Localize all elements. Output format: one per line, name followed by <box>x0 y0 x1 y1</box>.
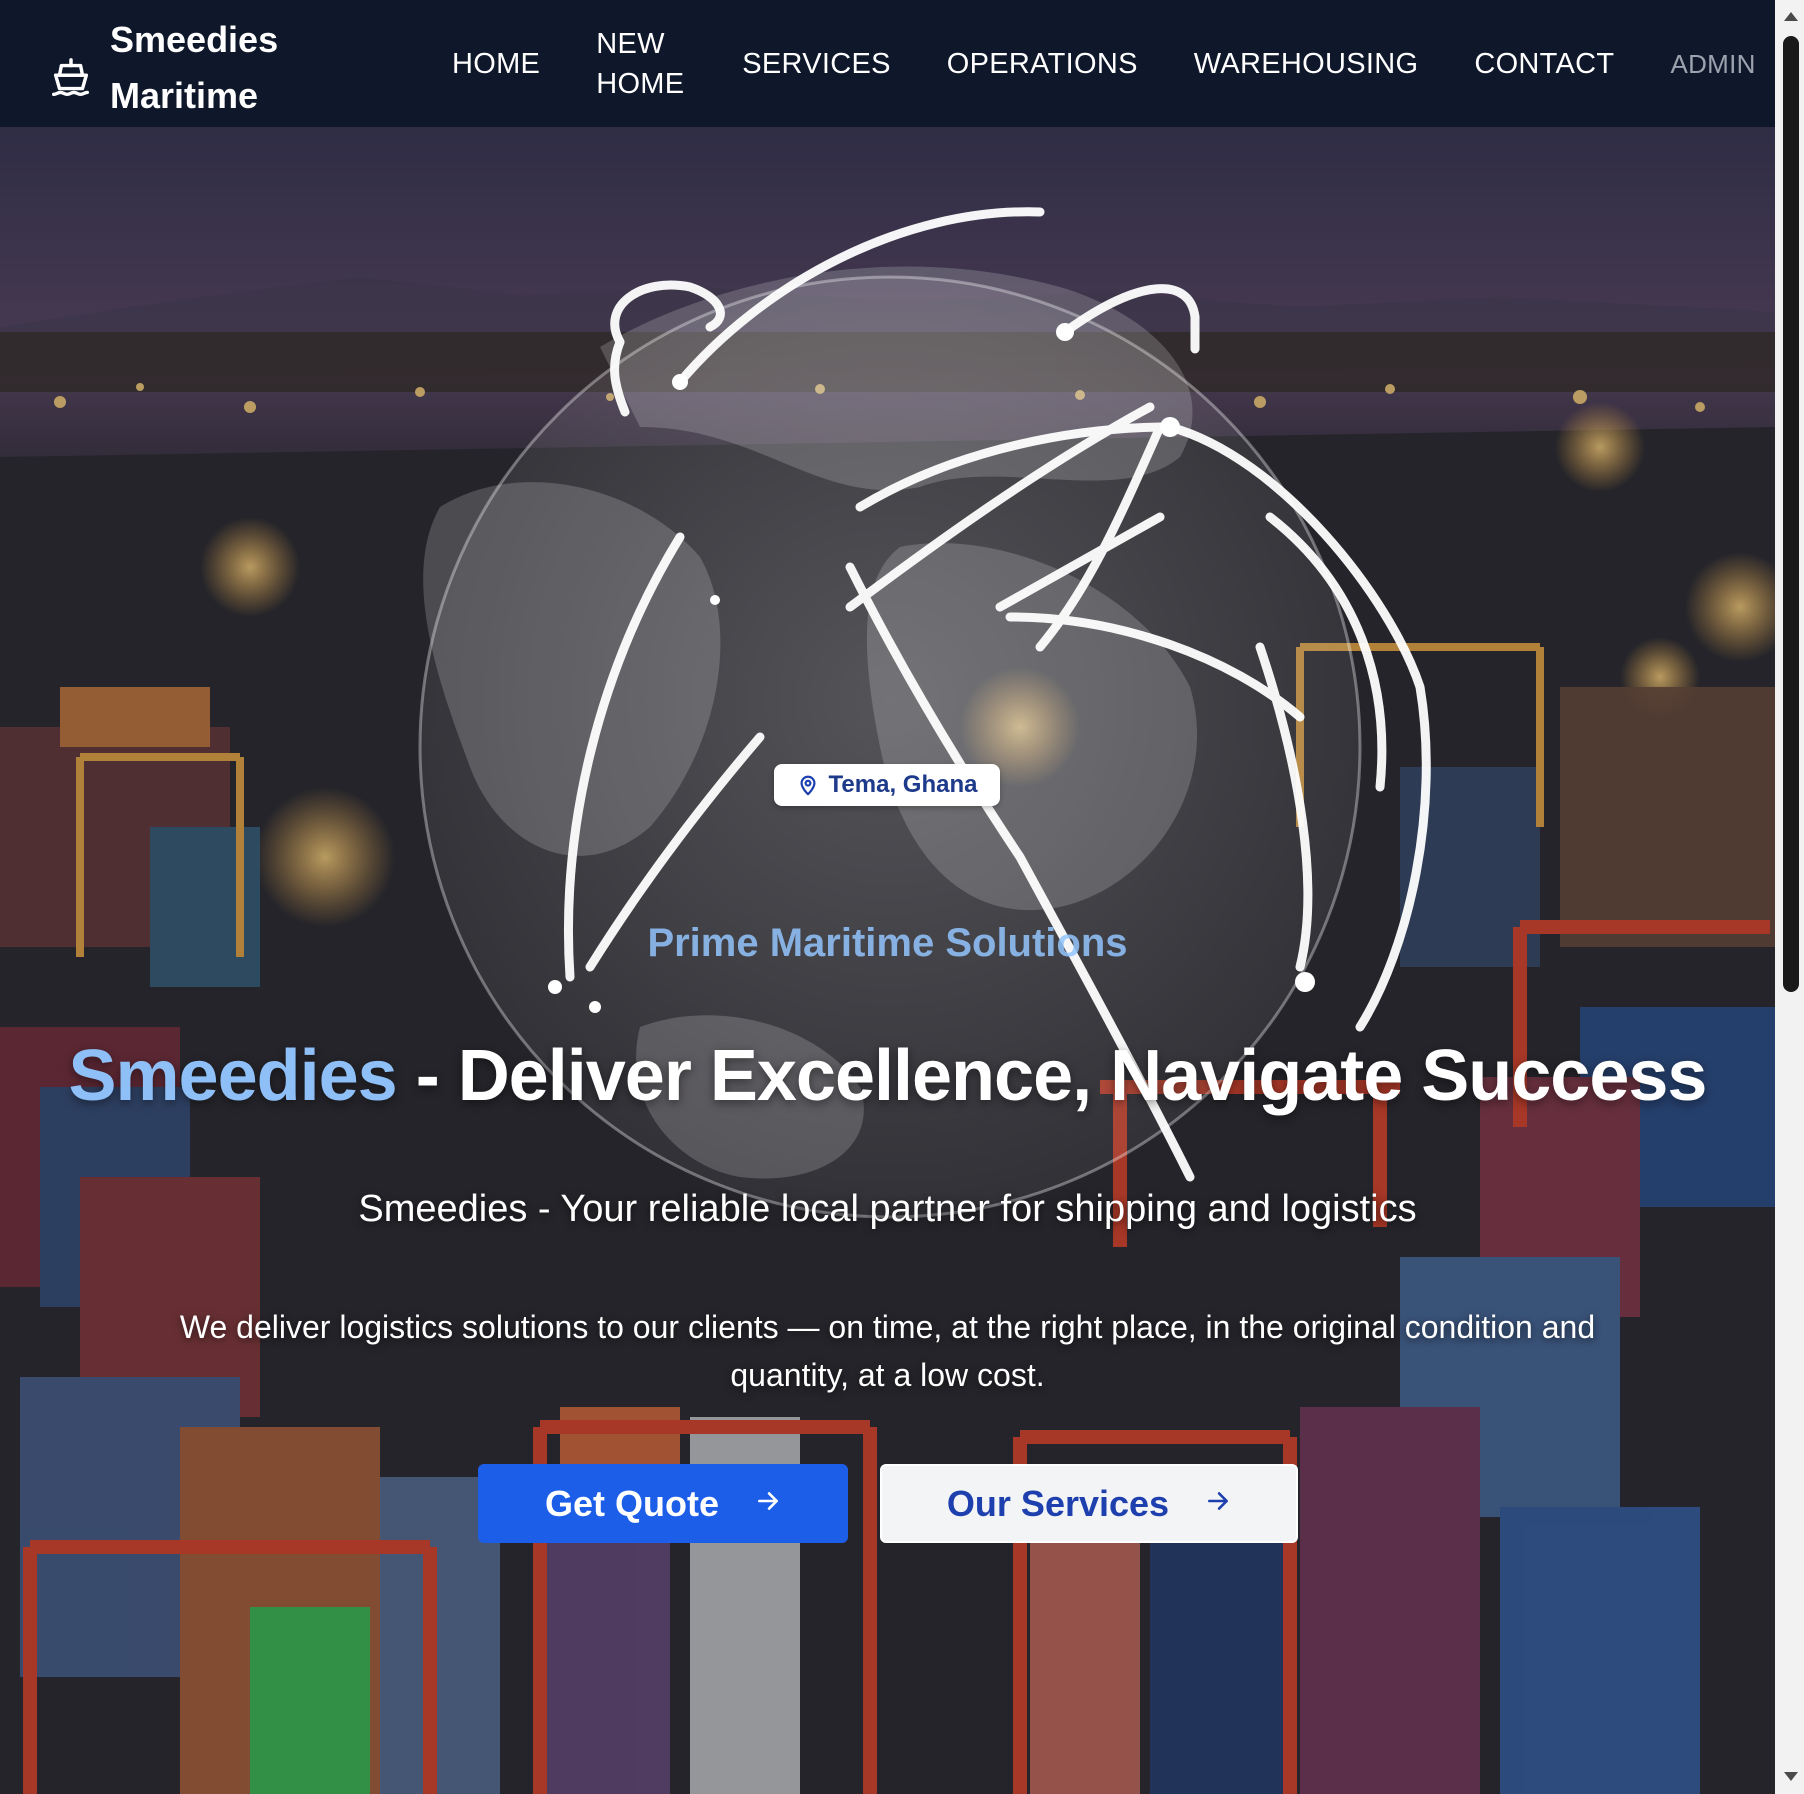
arrow-right-icon <box>1205 1484 1231 1523</box>
hero-section: Tema, Ghana Prime Maritime Solutions Sme… <box>0 127 1775 1794</box>
brand-name-line1: Smeedies <box>110 19 279 60</box>
hero-tagline: Prime Maritime Solutions <box>647 921 1128 965</box>
nav-item-home[interactable]: HOME <box>452 44 540 84</box>
brand-logo-link[interactable]: Smeedies Maritime <box>48 12 278 124</box>
nav-item-contact[interactable]: CONTACT <box>1474 44 1614 84</box>
scroll-down-arrow-icon[interactable] <box>1784 1772 1798 1781</box>
scrollbar-thumb[interactable] <box>1783 36 1799 992</box>
main-nav: HOME NEW HOME SERVICES OPERATIONS WAREHO… <box>452 0 1756 127</box>
nav-item-new-home-line2: HOME <box>596 67 685 100</box>
vertical-scrollbar[interactable] <box>1775 0 1804 1794</box>
nav-item-services[interactable]: SERVICES <box>742 44 891 84</box>
our-services-button[interactable]: Our Services <box>880 1464 1298 1543</box>
scroll-up-arrow-icon[interactable] <box>1784 12 1798 21</box>
headline-rest: - Deliver Excellence, Navigate Success <box>396 1036 1708 1116</box>
hero-headline: Smeedies - Deliver Excellence, Navigate … <box>0 1035 1775 1117</box>
nav-item-new-home-line1: NEW <box>596 27 665 60</box>
navbar: Smeedies Maritime HOME NEW HOME SERVICES… <box>0 0 1775 127</box>
brand-name: Smeedies Maritime <box>110 12 278 124</box>
get-quote-button[interactable]: Get Quote <box>478 1464 848 1543</box>
map-pin-icon <box>800 775 816 796</box>
nav-item-admin[interactable]: ADMIN <box>1670 44 1755 84</box>
brand-name-line2: Maritime <box>110 75 259 116</box>
nav-item-new-home[interactable]: NEW HOME <box>596 24 686 104</box>
our-services-label: Our Services <box>946 1482 1170 1524</box>
nav-item-warehousing[interactable]: WAREHOUSING <box>1194 44 1419 84</box>
get-quote-label: Get Quote <box>544 1482 719 1524</box>
hero-subheadline: Smeedies - Your reliable local partner f… <box>358 1188 1417 1230</box>
arrow-right-icon <box>755 1484 781 1523</box>
nav-item-operations[interactable]: OPERATIONS <box>947 44 1138 84</box>
hero-description: We deliver logistics solutions to our cl… <box>179 1309 1596 1393</box>
location-badge: Tema, Ghana <box>774 764 1000 806</box>
ship-icon <box>48 56 94 102</box>
headline-accent: Smeedies <box>68 1036 398 1116</box>
page: Smeedies Maritime HOME NEW HOME SERVICES… <box>0 0 1775 1794</box>
location-text: Tema, Ghana <box>828 771 978 798</box>
